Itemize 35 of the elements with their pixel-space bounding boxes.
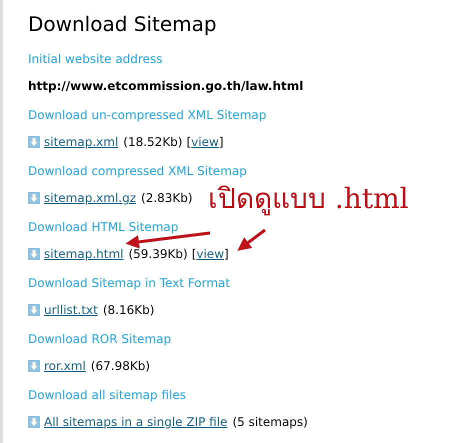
section-heading: Download un-compressed XML Sitemap xyxy=(28,107,266,123)
annotation-arrow xyxy=(237,228,266,251)
download-icon xyxy=(28,248,40,260)
section-heading: Download compressed XML Sitemap xyxy=(28,163,247,179)
bracket: [ xyxy=(192,246,196,263)
view-link[interactable]: view xyxy=(196,244,224,264)
download-icon xyxy=(28,416,40,428)
file-size: (2.83Kb) xyxy=(141,190,193,207)
file-size: (67.98Kb) xyxy=(90,358,150,375)
annotation-text: เปิดดูแบบ .html xyxy=(208,181,409,217)
section-heading: Download HTML Sitemap xyxy=(28,219,178,235)
website-address: http://www.etcommission.go.th/law.html xyxy=(28,78,304,95)
file-size: (5 sitemaps) xyxy=(232,414,308,431)
page-title: Download Sitemap xyxy=(28,11,217,38)
download-icon xyxy=(28,304,40,316)
section-heading: Initial website address xyxy=(28,51,162,67)
file-link[interactable]: sitemap.html xyxy=(44,244,124,264)
file-size: (18.52Kb) xyxy=(123,134,182,151)
section-heading: Download ROR Sitemap xyxy=(28,331,172,347)
section-heading: Download all sitemap files xyxy=(28,387,186,403)
download-icon xyxy=(28,192,40,204)
file-link[interactable]: All sitemaps in a single ZIP file xyxy=(44,412,228,432)
file-size: (59.39Kb) xyxy=(128,246,188,263)
file-link[interactable]: ror.xml xyxy=(44,356,86,376)
download-icon xyxy=(28,360,40,372)
file-size: (8.16Kb) xyxy=(102,302,154,319)
file-link[interactable]: sitemap.xml.gz xyxy=(44,188,136,208)
file-link[interactable]: urllist.txt xyxy=(44,300,98,320)
bracket: ] xyxy=(224,246,229,263)
section-heading: Download Sitemap in Text Format xyxy=(28,275,230,291)
file-link[interactable]: sitemap.xml xyxy=(44,132,118,152)
bracket: [ xyxy=(186,134,192,151)
bracket: ] xyxy=(218,134,224,151)
view-link[interactable]: view xyxy=(191,132,219,152)
download-icon xyxy=(28,136,40,148)
